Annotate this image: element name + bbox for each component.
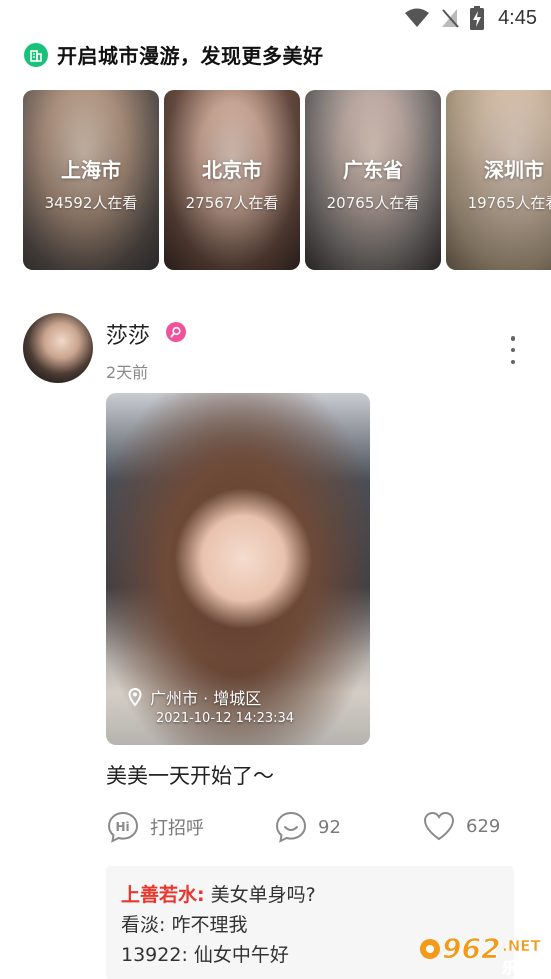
comment-author[interactable]: 13922: <box>121 944 188 966</box>
svg-text:.NET: .NET <box>502 937 541 955</box>
comment-item: 上善若水: 美女单身吗? <box>121 880 514 910</box>
city-carousel[interactable]: 上海市 34592人在看 北京市 27567人在看 广东省 20765人在看 深… <box>23 90 551 270</box>
post-username[interactable]: 莎莎 <box>106 318 150 350</box>
post-time: 2天前 <box>106 363 149 382</box>
comment-author[interactable]: 上善若水: <box>121 884 205 906</box>
city-card-shenzhen[interactable]: 深圳市 19765人在看 <box>446 90 551 270</box>
city-card-beijing[interactable]: 北京市 27567人在看 <box>164 90 300 270</box>
city-name: 上海市 <box>61 158 121 182</box>
city-name: 广东省 <box>343 158 403 182</box>
heart-icon <box>423 811 455 841</box>
status-time: 4:45 <box>498 6 537 29</box>
post-actions: Hi 打招呼 92 629 <box>106 810 526 846</box>
post-photo[interactable]: 广州市 · 增城区 2021-10-12 14:23:34 <box>106 393 370 745</box>
greet-label: 打招呼 <box>150 818 204 839</box>
comment-button[interactable]: 92 <box>274 810 341 844</box>
status-bar: 4:45 <box>0 0 551 38</box>
section-title: 开启城市漫游，发现更多美好 <box>57 44 324 68</box>
comment-text: 仙女中午好 <box>193 944 289 966</box>
svg-text:乐游网: 乐游网 <box>502 959 547 977</box>
city-name: 北京市 <box>202 158 262 182</box>
building-icon <box>24 42 48 67</box>
verified-search-icon <box>166 322 186 342</box>
comment-author[interactable]: 看淡: <box>121 914 165 936</box>
battery-charging-icon <box>470 6 485 30</box>
city-card-guangdong[interactable]: 广东省 20765人在看 <box>305 90 441 270</box>
photo-location-text: 广州市 · 增城区 <box>150 689 262 708</box>
location-pin-icon <box>128 688 142 706</box>
city-viewers: 34592人在看 <box>44 194 138 212</box>
no-signal-icon <box>442 9 459 28</box>
photo-datetime: 2021-10-12 14:23:34 <box>156 711 295 726</box>
city-viewers: 27567人在看 <box>185 194 279 212</box>
comment-icon <box>275 811 307 843</box>
site-watermark-logo: 962 .NET 乐游网 <box>420 932 547 977</box>
avatar[interactable] <box>23 313 93 383</box>
wifi-icon <box>405 8 430 27</box>
greet-button[interactable]: Hi 打招呼 <box>106 810 204 844</box>
city-card-shanghai[interactable]: 上海市 34592人在看 <box>23 90 159 270</box>
comment-text: 咋不理我 <box>171 914 248 936</box>
hi-icon: Hi <box>107 811 139 843</box>
comment-text: 美女单身吗? <box>210 884 316 906</box>
post-caption: 美美一天开始了～ <box>106 764 274 788</box>
like-button[interactable]: 629 <box>422 810 500 842</box>
city-viewers: 20765人在看 <box>326 194 420 212</box>
like-count: 629 <box>466 815 501 837</box>
comment-count: 92 <box>318 816 341 838</box>
city-name: 深圳市 <box>484 158 544 182</box>
svg-text:962: 962 <box>442 932 500 965</box>
section-header: 开启城市漫游，发现更多美好 <box>24 40 324 69</box>
more-options-icon[interactable] <box>505 336 521 364</box>
photo-location: 广州市 · 增城区 <box>128 685 261 709</box>
city-viewers: 19765人在看 <box>467 194 551 212</box>
svg-text:Hi: Hi <box>116 820 130 834</box>
